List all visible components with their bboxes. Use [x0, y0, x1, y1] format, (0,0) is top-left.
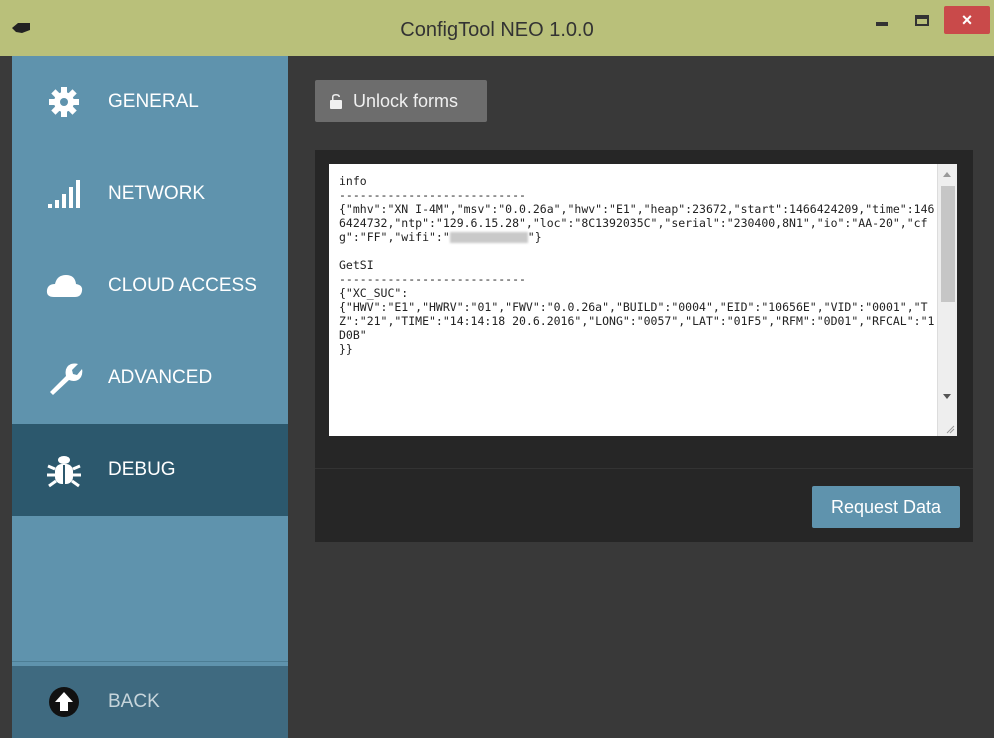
arrow-up-circle-icon: [49, 687, 79, 717]
title-bar[interactable]: ConfigTool NEO 1.0.0 ×: [0, 0, 994, 56]
maximize-button[interactable]: [902, 6, 942, 34]
bug-icon: [47, 456, 81, 488]
sidebar-item-label: NETWORK: [108, 183, 206, 204]
sidebar: GENERAL NETWORK CLOUD ACCESS ADVANCED DE…: [12, 56, 288, 738]
resize-grip-icon[interactable]: [945, 424, 955, 434]
lock-icon: [330, 94, 342, 109]
window-title: ConfigTool NEO 1.0.0: [400, 19, 594, 41]
minimize-button[interactable]: [862, 6, 902, 34]
app-window: ConfigTool NEO 1.0.0 × GENERAL NETWORK C…: [0, 0, 994, 738]
signal-bars-icon: [48, 180, 80, 208]
output-line: info: [339, 174, 367, 188]
sidebar-item-debug[interactable]: DEBUG: [12, 424, 288, 516]
close-icon: ×: [961, 9, 973, 30]
unlock-forms-label: Unlock forms: [353, 90, 459, 111]
redacted-wifi-mask: [449, 232, 528, 243]
sidebar-item-advanced[interactable]: ADVANCED: [12, 332, 288, 424]
back-button[interactable]: BACK: [12, 666, 288, 738]
scroll-thumb[interactable]: [941, 186, 955, 302]
panel-divider: [315, 468, 973, 469]
output-line: {"mhv":"XN I-4M","msv":"0.0.26a","hwv":"…: [339, 202, 935, 244]
sidebar-item-label: GENERAL: [108, 91, 199, 112]
output-line: {"HWV":"E1","HWRV":"01","FWV":"0.0.26a",…: [339, 300, 935, 342]
output-line: ---------------------------: [339, 188, 526, 202]
gear-icon: [49, 87, 79, 117]
sidebar-item-label: ADVANCED: [108, 367, 213, 388]
debug-output-text: info --------------------------- {"mhv":…: [339, 174, 935, 356]
wrench-icon: [50, 363, 83, 395]
output-line: {"XC_SUC":: [339, 286, 409, 300]
maximize-icon: [915, 14, 929, 26]
request-data-button[interactable]: Request Data: [812, 486, 960, 528]
output-line: ---------------------------: [339, 272, 526, 286]
sidebar-item-label: CLOUD ACCESS: [108, 275, 257, 296]
unlock-forms-button[interactable]: Unlock forms: [315, 80, 487, 122]
sidebar-divider: [12, 661, 288, 662]
debug-output-textarea[interactable]: info --------------------------- {"mhv":…: [329, 164, 957, 436]
scroll-up-arrow-icon[interactable]: [943, 172, 951, 177]
close-button[interactable]: ×: [944, 6, 990, 34]
output-line: }}: [339, 342, 353, 356]
output-line: "}: [527, 230, 542, 244]
main-content: Unlock forms info ----------------------…: [288, 56, 994, 738]
output-line: GetSI: [339, 258, 374, 272]
minimize-icon: [876, 22, 888, 26]
back-label: BACK: [108, 691, 160, 712]
vertical-scrollbar[interactable]: [937, 164, 957, 436]
debug-panel: info --------------------------- {"mhv":…: [315, 150, 973, 542]
scroll-down-arrow-icon[interactable]: [943, 394, 951, 399]
sidebar-item-network[interactable]: NETWORK: [12, 148, 288, 240]
sidebar-item-cloud-access[interactable]: CLOUD ACCESS: [12, 240, 288, 332]
sidebar-item-label: DEBUG: [108, 459, 176, 480]
cloud-icon: [46, 275, 83, 297]
sidebar-item-general[interactable]: GENERAL: [12, 56, 288, 148]
